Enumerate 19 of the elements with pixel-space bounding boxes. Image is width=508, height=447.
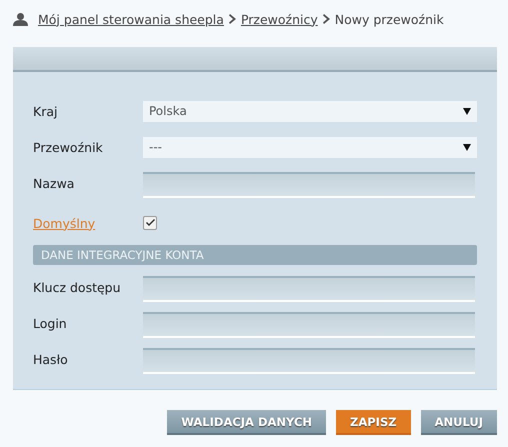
chevron-icon (322, 14, 330, 24)
checkbox[interactable] (143, 216, 157, 230)
field-label: Hasło (33, 352, 69, 366)
chevron-icon (228, 14, 236, 24)
field-label: Login (33, 316, 68, 330)
check-icon (146, 219, 154, 227)
dropdown[interactable]: --- (143, 136, 477, 158)
field-label: Kraj (33, 104, 58, 118)
breadcrumb-link[interactable]: Mój panel sterowania sheepla (38, 12, 224, 26)
field-label: Klucz dostępu (33, 280, 122, 294)
section-header: DANE INTEGRACYJNE KONTA (33, 245, 477, 265)
user-icon (13, 12, 28, 26)
caret-icon (463, 144, 471, 150)
breadcrumb-link[interactable]: Przewoźnicy (240, 12, 318, 26)
field-label: Nazwa (33, 176, 76, 190)
field-label: Przewoźnik (33, 140, 104, 154)
caret-icon (463, 108, 471, 114)
dropdown[interactable]: Polska (143, 100, 477, 122)
breadcrumb-current: Nowy przewoźnik (334, 12, 444, 26)
